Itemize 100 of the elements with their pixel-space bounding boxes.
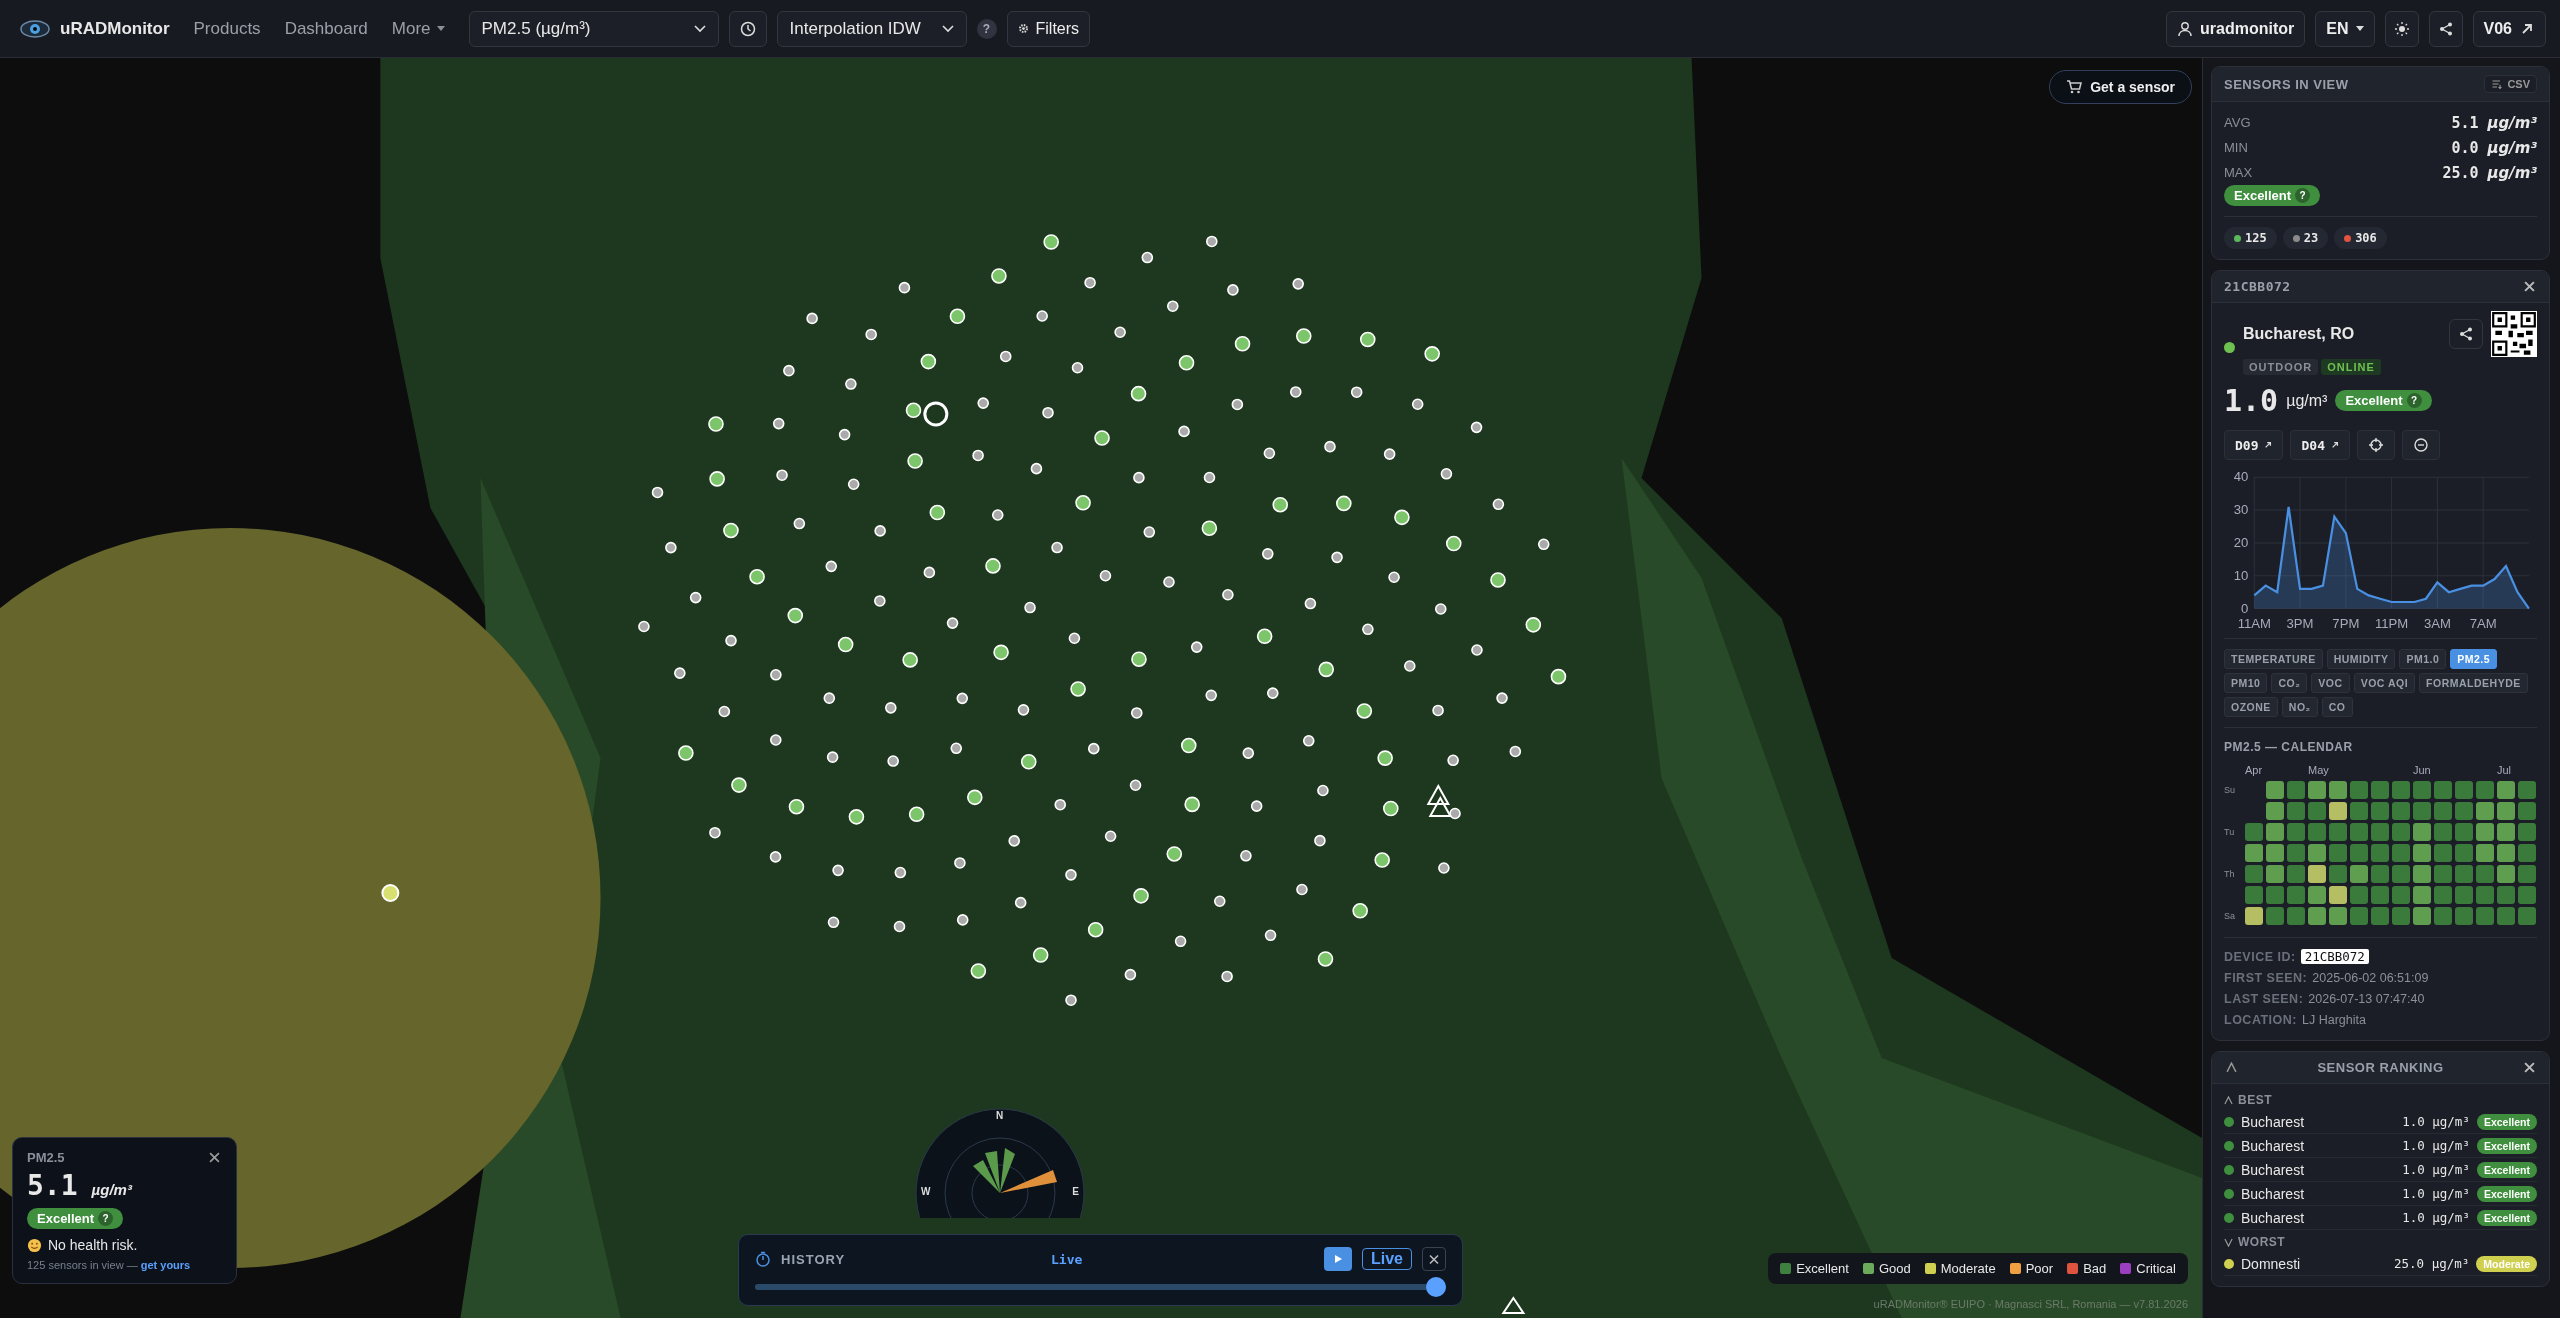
calendar-day[interactable]	[2413, 781, 2431, 799]
calendar-day[interactable]	[2518, 802, 2536, 820]
calendar-day[interactable]	[2434, 802, 2452, 820]
calendar-day[interactable]	[2245, 844, 2263, 862]
calendar-day[interactable]	[2518, 844, 2536, 862]
calendar-day[interactable]	[2287, 907, 2305, 925]
calendar-day[interactable]	[2329, 907, 2347, 925]
calendar-day[interactable]	[2308, 802, 2326, 820]
parameter-tab[interactable]: HUMIDITY	[2326, 649, 2396, 669]
calendar-day[interactable]	[2434, 886, 2452, 904]
parameter-tab[interactable]: TEMPERATURE	[2224, 649, 2323, 669]
calendar-day[interactable]	[2350, 886, 2368, 904]
close-button[interactable]	[2522, 279, 2537, 294]
play-button[interactable]	[1324, 1247, 1352, 1271]
get-sensor-button[interactable]: Get a sensor	[2049, 70, 2192, 104]
parameter-tab[interactable]: CO₂	[2271, 673, 2308, 693]
calendar-day[interactable]	[2329, 844, 2347, 862]
ranking-row[interactable]: Bucharest 1.0 µg/m³ Excellent	[2224, 1206, 2537, 1230]
parameter-select[interactable]: PM2.5 (µg/m³)	[468, 10, 719, 47]
language-button[interactable]: EN	[2315, 10, 2375, 47]
calendar-day[interactable]	[2329, 781, 2347, 799]
count-chip[interactable]: 125	[2224, 227, 2277, 249]
user-button[interactable]: uradmonitor	[2166, 10, 2306, 47]
device-link-button[interactable]: D04	[2290, 430, 2350, 460]
calendar-day[interactable]	[2266, 781, 2284, 799]
calendar-day[interactable]	[2434, 907, 2452, 925]
share-button[interactable]	[2428, 10, 2463, 47]
calendar-day[interactable]	[2287, 802, 2305, 820]
calendar-day[interactable]	[2287, 781, 2305, 799]
calendar-day[interactable]	[2455, 865, 2473, 883]
filters-button[interactable]: Filters	[1006, 10, 1091, 47]
calendar-day[interactable]	[2518, 907, 2536, 925]
calendar-day[interactable]	[2245, 886, 2263, 904]
ranking-row[interactable]: Bucharest 1.0 µg/m³ Excellent	[2224, 1110, 2537, 1134]
calendar-day[interactable]	[2371, 886, 2389, 904]
calendar-day[interactable]	[2392, 844, 2410, 862]
calendar-day[interactable]	[2413, 823, 2431, 841]
parameter-tab[interactable]: PM1.0	[2399, 649, 2447, 669]
calendar-day[interactable]	[2329, 865, 2347, 883]
calendar-day[interactable]	[2392, 886, 2410, 904]
parameter-tab[interactable]: VOC	[2311, 673, 2350, 693]
calendar-day[interactable]	[2455, 886, 2473, 904]
calendar-day[interactable]	[2476, 907, 2494, 925]
ranking-row[interactable]: Bucharest 1.0 µg/m³ Excellent	[2224, 1182, 2537, 1206]
calendar-day[interactable]	[2413, 907, 2431, 925]
calendar-day[interactable]	[2245, 907, 2263, 925]
calendar-day[interactable]	[2266, 907, 2284, 925]
calendar-day[interactable]	[2455, 781, 2473, 799]
calendar-day[interactable]	[2308, 907, 2326, 925]
calendar-day[interactable]	[2476, 865, 2494, 883]
calendar-day[interactable]	[2287, 823, 2305, 841]
calendar-day[interactable]	[2287, 844, 2305, 862]
calendar-day[interactable]	[2497, 844, 2515, 862]
calendar-day[interactable]	[2392, 865, 2410, 883]
collapse-button[interactable]	[2224, 1060, 2239, 1075]
share-button[interactable]	[2449, 319, 2483, 349]
calendar-day[interactable]	[2455, 844, 2473, 862]
calendar-day[interactable]	[2350, 823, 2368, 841]
parameter-tab[interactable]: FORMALDEHYDE	[2419, 673, 2528, 693]
calendar-day[interactable]	[2434, 823, 2452, 841]
calendar-day[interactable]	[2287, 865, 2305, 883]
calendar-day[interactable]	[2476, 844, 2494, 862]
calendar-day[interactable]	[2497, 907, 2515, 925]
nav-link[interactable]: Dashboard	[284, 18, 368, 39]
calendar-day[interactable]	[2497, 802, 2515, 820]
calendar-day[interactable]	[2413, 802, 2431, 820]
version-link[interactable]: V06	[2472, 10, 2546, 47]
calendar-day[interactable]	[2455, 802, 2473, 820]
calendar-day[interactable]	[2329, 802, 2347, 820]
locate-button[interactable]	[2356, 430, 2395, 460]
calendar-day[interactable]	[2371, 781, 2389, 799]
calendar-day[interactable]	[2434, 781, 2452, 799]
brand-name[interactable]: uRADMonitor	[60, 18, 170, 39]
calendar-day[interactable]	[2497, 886, 2515, 904]
remove-button[interactable]	[2401, 430, 2440, 460]
calendar-day[interactable]	[2476, 823, 2494, 841]
history-clock-button[interactable]	[728, 10, 767, 47]
nav-link[interactable]: More	[391, 18, 445, 39]
calendar-day[interactable]	[2266, 865, 2284, 883]
get-yours-link[interactable]: get yours	[140, 1259, 191, 1271]
calendar-day[interactable]	[2497, 823, 2515, 841]
calendar-day[interactable]	[2476, 781, 2494, 799]
ranking-row[interactable]: Bucharest 1.0 µg/m³ Excellent	[2224, 1158, 2537, 1182]
help-button[interactable]: ?	[976, 18, 997, 39]
theme-button[interactable]	[2384, 10, 2419, 47]
calendar-day[interactable]	[2518, 781, 2536, 799]
calendar-day[interactable]	[2371, 907, 2389, 925]
calendar-day[interactable]	[2308, 886, 2326, 904]
calendar-day[interactable]	[2350, 802, 2368, 820]
device-link-button[interactable]: D09	[2224, 430, 2284, 460]
calendar-day[interactable]	[2392, 823, 2410, 841]
parameter-tab[interactable]: PM10	[2224, 673, 2268, 693]
calendar-day[interactable]	[2413, 865, 2431, 883]
close-button[interactable]	[2522, 1060, 2537, 1075]
calendar-day[interactable]	[2371, 865, 2389, 883]
calendar-day[interactable]	[2392, 907, 2410, 925]
parameter-tab[interactable]: NO₂	[2281, 697, 2318, 717]
close-button[interactable]	[207, 1150, 222, 1165]
calendar-day[interactable]	[2455, 907, 2473, 925]
calendar-day[interactable]	[2371, 823, 2389, 841]
